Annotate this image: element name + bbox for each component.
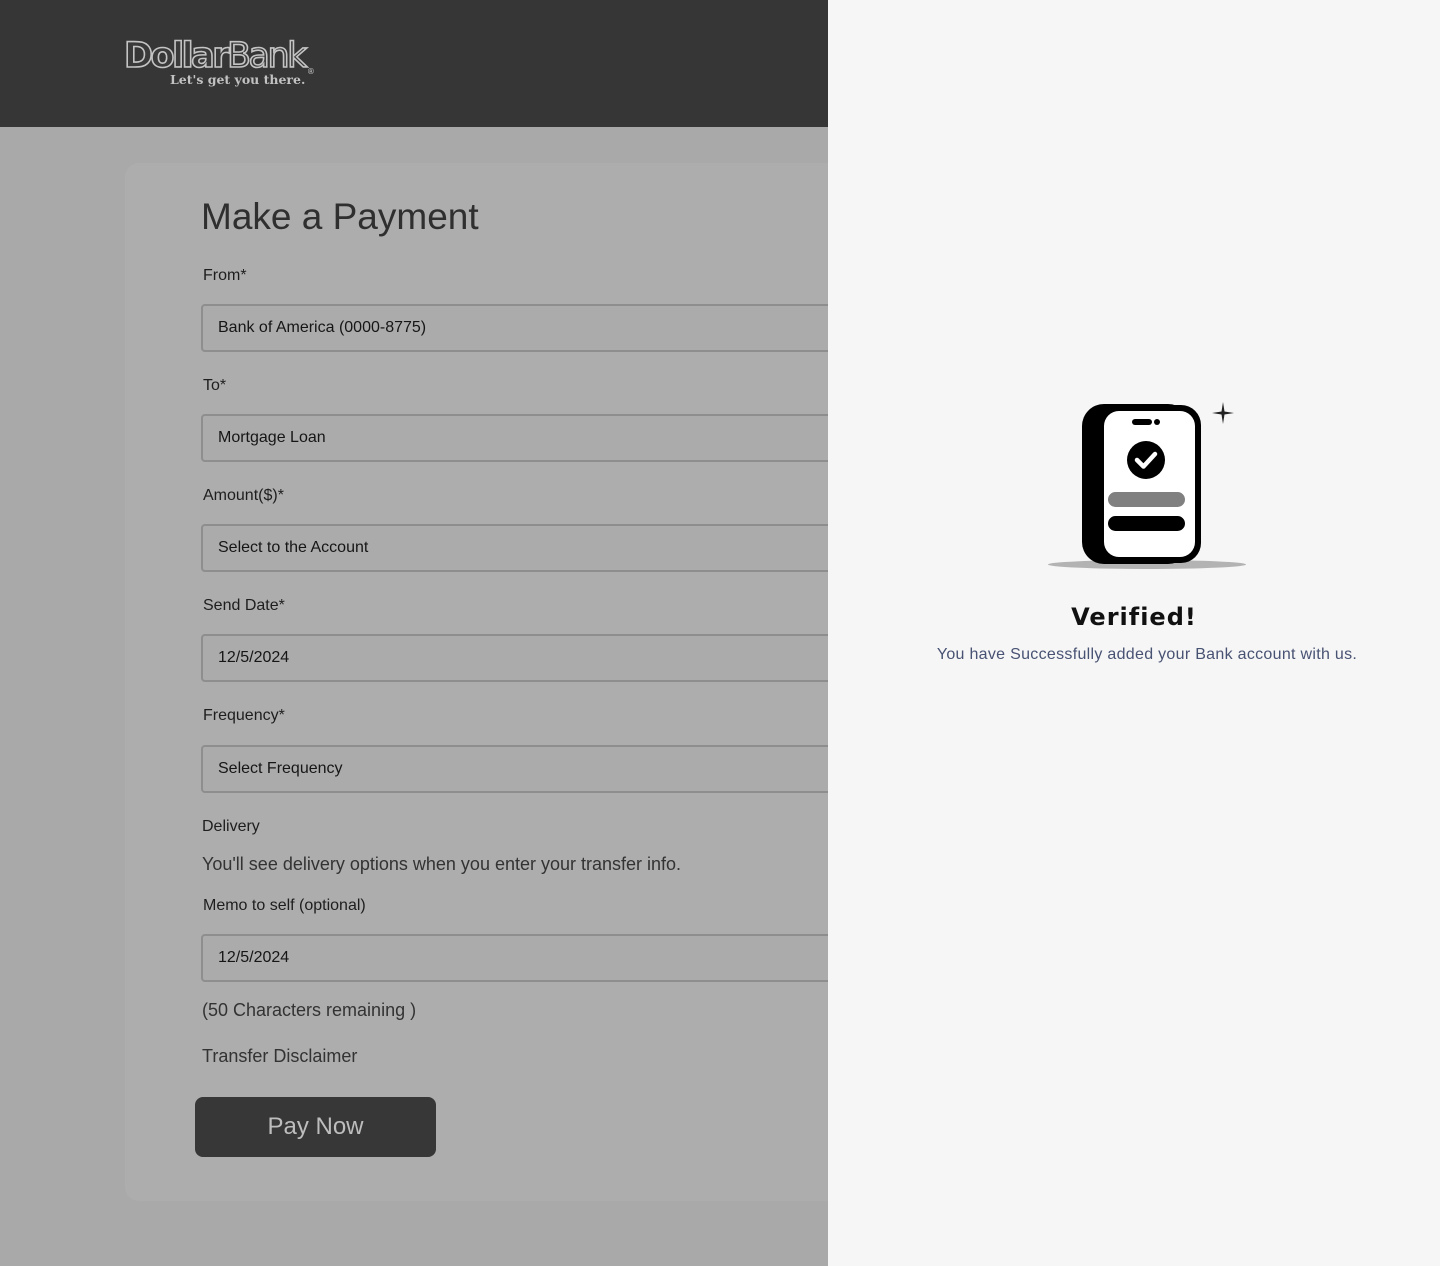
to-select[interactable]: Mortgage Loan [201,414,901,462]
dollar-bank-logo[interactable]: DollarBank ® Let's get you there. [123,35,315,92]
logo-word-dollar: Dollar [123,35,230,77]
send-date-label: Send Date* [203,597,285,614]
pay-now-button[interactable]: Pay Now [195,1097,436,1157]
verified-message: You have Successfully added your Bank ac… [936,646,1358,663]
frequency-label: Frequency* [203,707,285,724]
frequency-select[interactable]: Select Frequency [201,745,901,793]
phone-checkmark-icon [1048,402,1246,569]
amount-select[interactable]: Select to the Account [201,524,901,572]
memo-input[interactable]: 12/5/2024 [201,934,901,982]
verified-panel: Verified! You have Successfully added yo… [828,0,1440,1266]
memo-label: Memo to self (optional) [203,897,366,914]
logo-registered-mark: ® [306,67,315,76]
delivery-info-text: You'll see delivery options when you ent… [202,854,682,874]
logo-word-bank: Bank [226,35,308,77]
logo-wordmark: DollarBank ® [123,35,315,77]
logo-tagline: Let's get you there. [170,72,306,87]
delivery-label: Delivery [202,818,260,835]
transfer-disclaimer-link[interactable]: Transfer Disclaimer [202,1046,357,1067]
memo-characters-remaining: (50 Characters remaining ) [202,1000,417,1020]
to-label: To* [203,377,227,394]
from-label: From* [203,267,247,284]
amount-label: Amount($)* [203,487,284,504]
verified-title: Verified! [1071,603,1197,631]
send-date-input[interactable]: 12/5/2024 [201,634,901,682]
from-select[interactable]: Bank of America (0000-8775) [201,304,901,352]
page-title: Make a Payment [201,196,479,237]
